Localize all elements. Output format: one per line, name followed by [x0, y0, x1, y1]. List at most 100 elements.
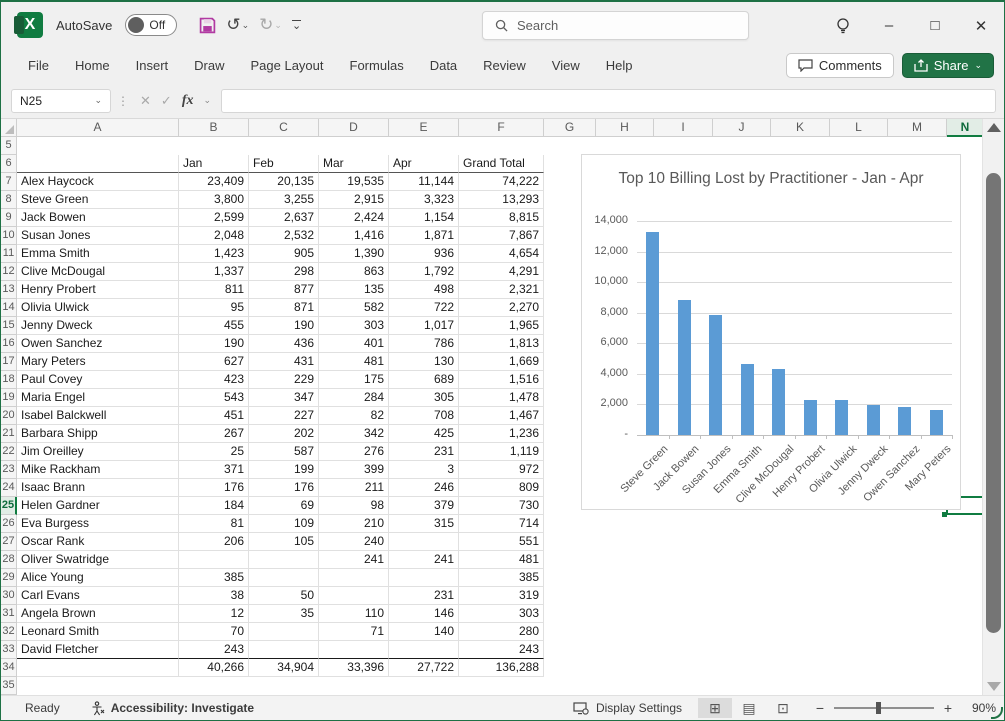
autosave-toggle[interactable]: Off	[125, 14, 177, 36]
cell-B7[interactable]: 23,409	[179, 173, 249, 191]
row-header-24[interactable]: 24	[1, 479, 17, 497]
cell-E30[interactable]: 231	[389, 587, 459, 605]
share-button[interactable]: Share ⌄	[902, 53, 994, 78]
cell-A27[interactable]: Oscar Rank	[17, 533, 179, 551]
cell-B33[interactable]: 243	[179, 641, 249, 659]
chart-bar-mary-peters[interactable]	[930, 410, 943, 436]
cell-D11[interactable]: 1,390	[319, 245, 389, 263]
row-header-8[interactable]: 8	[1, 191, 17, 209]
minimize-button[interactable]: –	[866, 2, 912, 49]
row-header-19[interactable]: 19	[1, 389, 17, 407]
cell-C16[interactable]: 436	[249, 335, 319, 353]
row-header-16[interactable]: 16	[1, 335, 17, 353]
cell-E31[interactable]: 146	[389, 605, 459, 623]
cell-E7[interactable]: 11,144	[389, 173, 459, 191]
cell-F32[interactable]: 280	[459, 623, 544, 641]
cell-E33[interactable]	[389, 641, 459, 659]
view-page-break-button[interactable]: ⊡	[766, 698, 800, 718]
cell-B28[interactable]	[179, 551, 249, 569]
row-header-22[interactable]: 22	[1, 443, 17, 461]
cell-D34[interactable]: 33,396	[319, 659, 389, 677]
cell-A9[interactable]: Jack Bowen	[17, 209, 179, 227]
cell-F34[interactable]: 136,288	[459, 659, 544, 677]
cell-E9[interactable]: 1,154	[389, 209, 459, 227]
tab-review[interactable]: Review	[470, 51, 539, 80]
cell-A28[interactable]: Oliver Swatridge	[17, 551, 179, 569]
chart-bar-owen-sanchez[interactable]	[898, 407, 911, 435]
zoom-slider[interactable]	[834, 707, 934, 709]
cell-A21[interactable]: Barbara Shipp	[17, 425, 179, 443]
cell-C22[interactable]: 587	[249, 443, 319, 461]
cell-D26[interactable]: 210	[319, 515, 389, 533]
cell-E32[interactable]: 140	[389, 623, 459, 641]
cell-E26[interactable]: 315	[389, 515, 459, 533]
cell-C26[interactable]: 109	[249, 515, 319, 533]
row-header-26[interactable]: 26	[1, 515, 17, 533]
cell-D13[interactable]: 135	[319, 281, 389, 299]
row-header-12[interactable]: 12	[1, 263, 17, 281]
chart-bar-jenny-dweck[interactable]	[867, 405, 880, 435]
row-header-30[interactable]: 30	[1, 587, 17, 605]
cell-E25[interactable]: 379	[389, 497, 459, 515]
cell-D17[interactable]: 481	[319, 353, 389, 371]
cell-C31[interactable]: 35	[249, 605, 319, 623]
row-header-27[interactable]: 27	[1, 533, 17, 551]
cell-B22[interactable]: 25	[179, 443, 249, 461]
cell-D27[interactable]: 240	[319, 533, 389, 551]
cell-A11[interactable]: Emma Smith	[17, 245, 179, 263]
cell-C12[interactable]: 298	[249, 263, 319, 281]
cell-F10[interactable]: 7,867	[459, 227, 544, 245]
cell-B11[interactable]: 1,423	[179, 245, 249, 263]
cell-E18[interactable]: 689	[389, 371, 459, 389]
cell-B20[interactable]: 451	[179, 407, 249, 425]
row-header-17[interactable]: 17	[1, 353, 17, 371]
row-header-34[interactable]: 34	[1, 659, 17, 677]
cell-C21[interactable]: 202	[249, 425, 319, 443]
cell-A33[interactable]: David Fletcher	[17, 641, 179, 659]
cell-D30[interactable]	[319, 587, 389, 605]
cell-B19[interactable]: 543	[179, 389, 249, 407]
cell-D32[interactable]: 71	[319, 623, 389, 641]
save-button[interactable]	[196, 15, 219, 36]
row-header-20[interactable]: 20	[1, 407, 17, 425]
cell-F26[interactable]: 714	[459, 515, 544, 533]
comments-button[interactable]: Comments	[786, 53, 894, 78]
row-header-10[interactable]: 10	[1, 227, 17, 245]
column-header-K[interactable]: K	[771, 119, 830, 137]
cell-A32[interactable]: Leonard Smith	[17, 623, 179, 641]
column-header-L[interactable]: L	[830, 119, 888, 137]
cell-A23[interactable]: Mike Rackham	[17, 461, 179, 479]
cell-D31[interactable]: 110	[319, 605, 389, 623]
cell-D9[interactable]: 2,424	[319, 209, 389, 227]
cell-B23[interactable]: 371	[179, 461, 249, 479]
cell-C18[interactable]: 229	[249, 371, 319, 389]
column-header-C[interactable]: C	[249, 119, 319, 137]
column-header-M[interactable]: M	[888, 119, 947, 137]
cell-D16[interactable]: 401	[319, 335, 389, 353]
row-header-9[interactable]: 9	[1, 209, 17, 227]
cell-A34[interactable]	[17, 659, 179, 677]
row-header-11[interactable]: 11	[1, 245, 17, 263]
chart-bar-clive-mcdougal[interactable]	[772, 369, 785, 435]
cell-B8[interactable]: 3,800	[179, 191, 249, 209]
cell-A8[interactable]: Steve Green	[17, 191, 179, 209]
row-header-21[interactable]: 21	[1, 425, 17, 443]
cell-A15[interactable]: Jenny Dweck	[17, 317, 179, 335]
tab-home[interactable]: Home	[62, 51, 123, 80]
bar-chart[interactable]: Top 10 Billing Lost by Practitioner - Ja…	[581, 154, 961, 510]
cell-E23[interactable]: 3	[389, 461, 459, 479]
cell-F27[interactable]: 551	[459, 533, 544, 551]
cell-E28[interactable]: 241	[389, 551, 459, 569]
cell-C14[interactable]: 871	[249, 299, 319, 317]
cell-F17[interactable]: 1,669	[459, 353, 544, 371]
tab-help[interactable]: Help	[593, 51, 646, 80]
cell-B31[interactable]: 12	[179, 605, 249, 623]
cell-D18[interactable]: 175	[319, 371, 389, 389]
vertical-scrollbar[interactable]	[982, 119, 1004, 695]
row-header-25[interactable]: 25	[1, 497, 17, 515]
cell-F18[interactable]: 1,516	[459, 371, 544, 389]
search-input[interactable]: Search	[482, 11, 749, 40]
cell-E17[interactable]: 130	[389, 353, 459, 371]
cell-E29[interactable]	[389, 569, 459, 587]
cell-B15[interactable]: 455	[179, 317, 249, 335]
